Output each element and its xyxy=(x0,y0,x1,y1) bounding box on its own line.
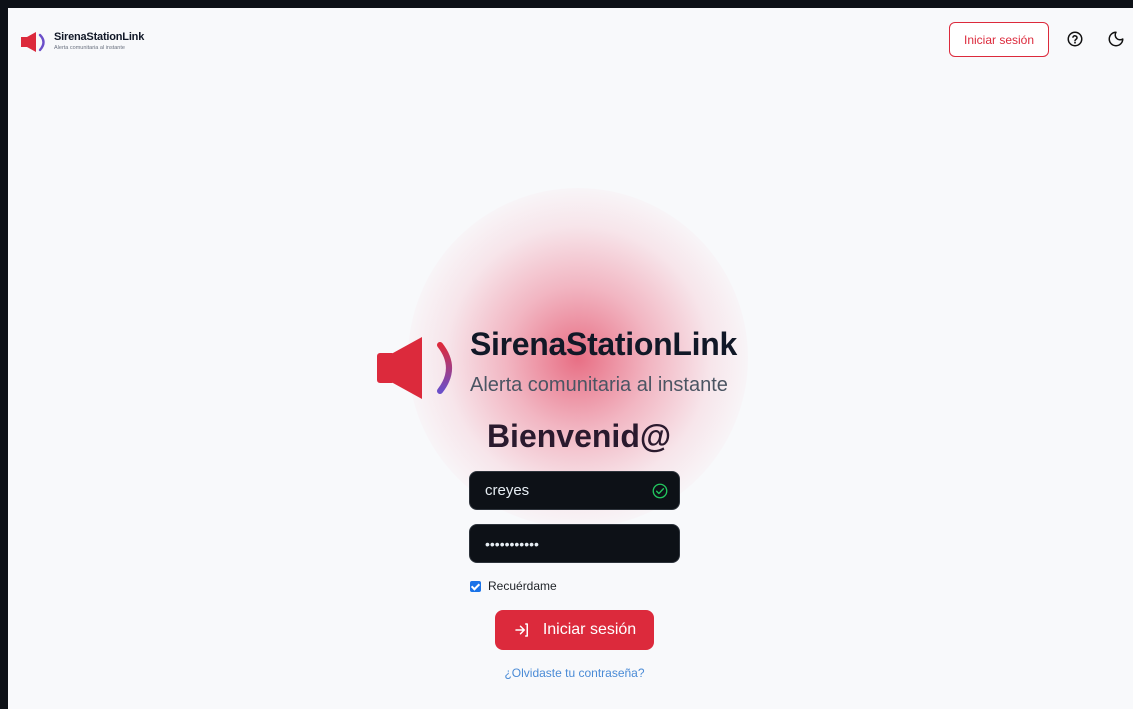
forgot-password-link[interactable]: ¿Olvidaste tu contraseña? xyxy=(474,666,675,680)
login-button-label: Iniciar sesión xyxy=(542,621,637,638)
login-arrow-icon xyxy=(515,623,528,637)
hero-subtitle: Alerta comunitaria al instante xyxy=(470,374,728,396)
password-value: ••••••••••• xyxy=(485,535,539,552)
app-frame: SirenaStationLink Alerta comunitaria al … xyxy=(8,8,1133,709)
username-value: creyes xyxy=(485,482,530,499)
remember-checkbox[interactable] xyxy=(470,580,481,592)
login-button[interactable]: Iniciar sesión xyxy=(495,610,654,650)
remember-label: Recuérdame xyxy=(488,579,557,593)
help-circle-icon[interactable] xyxy=(1066,30,1084,48)
valid-check-icon xyxy=(652,483,668,499)
username-input[interactable]: creyes xyxy=(469,471,680,510)
welcome-heading: Bienvenid@ xyxy=(486,418,672,454)
brand-title: SirenaStationLink xyxy=(54,31,145,44)
brand-logo[interactable]: SirenaStationLink Alerta comunitaria al … xyxy=(20,30,144,54)
top-header: SirenaStationLink Alerta comunitaria al … xyxy=(8,8,1133,72)
hero-title: SirenaStationLink xyxy=(470,326,737,362)
remember-me[interactable]: Recuérdame xyxy=(470,579,557,593)
header-login-button[interactable]: Iniciar sesión xyxy=(949,22,1049,57)
siren-logo-icon xyxy=(20,30,52,54)
password-input[interactable]: ••••••••••• xyxy=(469,524,680,563)
moon-icon[interactable] xyxy=(1107,30,1125,48)
siren-logo-large-icon xyxy=(377,337,452,399)
brand-subtitle: Alerta comunitaria al instante xyxy=(54,45,125,52)
